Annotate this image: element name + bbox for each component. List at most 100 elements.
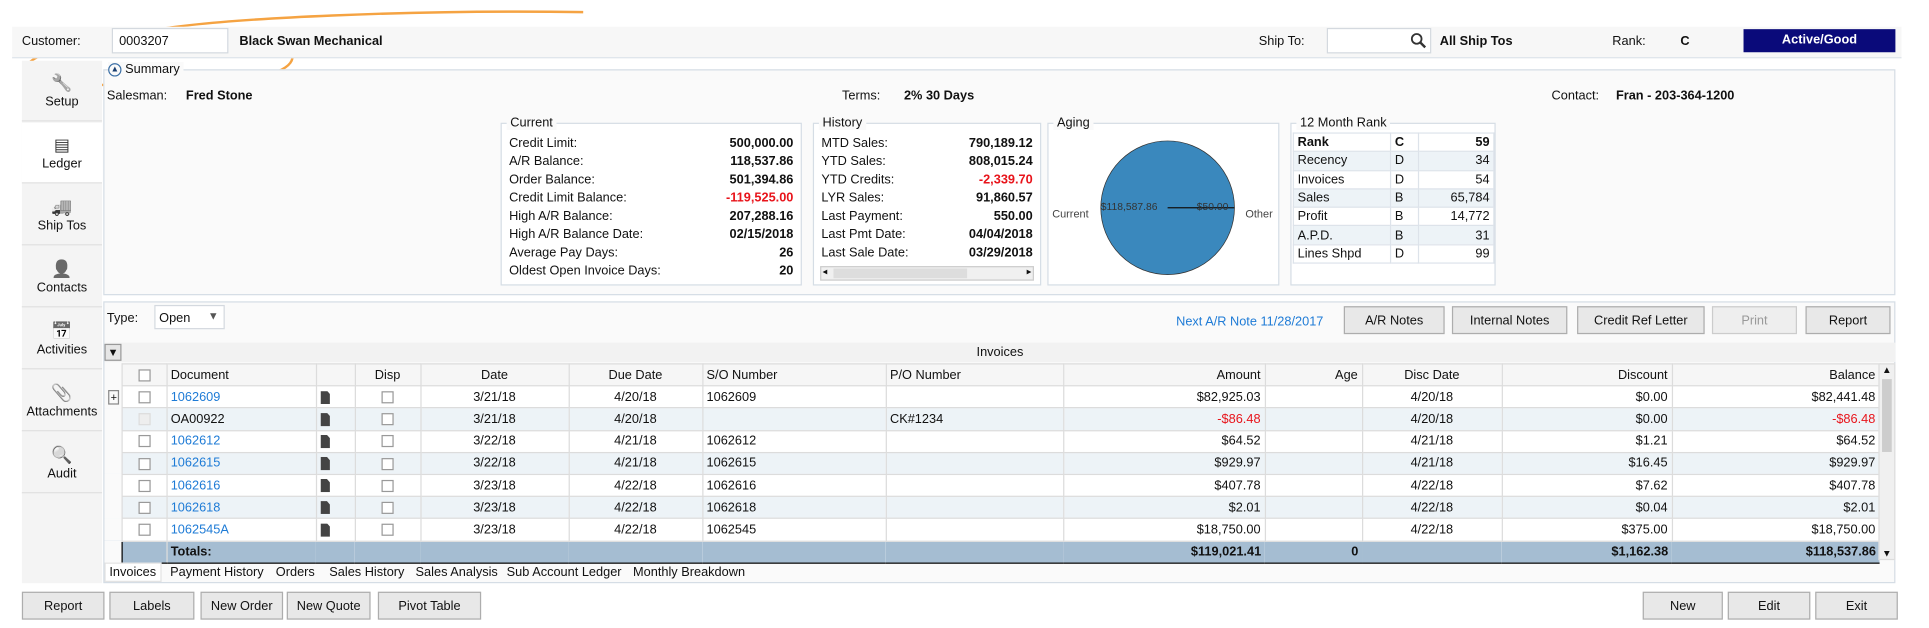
scroll-down-icon[interactable]: ▼ — [1882, 548, 1892, 559]
sidebar-item-setup[interactable]: 🔧 Setup — [21, 61, 103, 122]
edit-button[interactable]: Edit — [1727, 591, 1811, 620]
customer-name: Black Swan Mechanical — [239, 34, 383, 49]
new-button[interactable]: New — [1642, 591, 1723, 620]
document-icon[interactable] — [315, 407, 356, 431]
search-icon[interactable] — [1410, 33, 1427, 49]
customer-id-input[interactable]: 0003207 — [111, 27, 229, 54]
so-cell: 1062615 — [701, 451, 887, 475]
column-header-disp[interactable]: Disp — [354, 363, 421, 387]
column-header-doc-icon[interactable] — [315, 363, 356, 387]
column-header-s-o-number[interactable]: S/O Number — [701, 363, 887, 387]
sidebar-item-ledger[interactable]: ▤ Ledger — [21, 122, 103, 184]
tab-sub-account-ledger[interactable]: Sub Account Ledger — [507, 563, 622, 582]
document-link[interactable]: 1062615 — [165, 451, 317, 475]
document-icon[interactable] — [315, 517, 356, 542]
print-button[interactable]: Print — [1711, 306, 1797, 335]
po-cell — [885, 385, 1064, 409]
row-checkbox[interactable] — [120, 429, 168, 453]
document-link[interactable]: 1062618 — [165, 495, 317, 520]
truck-icon: 🚚 — [51, 196, 73, 217]
row-checkbox[interactable] — [120, 451, 168, 475]
table-row[interactable]: 1062616 3/23/18 4/22/18 1062616 $407.78 4/22/… — [104, 473, 1881, 498]
summary-toggle[interactable]: ▲ Summary — [108, 61, 184, 77]
row-checkbox[interactable] — [120, 385, 168, 409]
new-order-button[interactable]: New Order — [200, 591, 284, 620]
table-row[interactable]: 1062615 3/22/18 4/21/18 1062615 $929.97 4/21/… — [104, 451, 1881, 475]
column-header-balance[interactable]: Balance — [1671, 363, 1881, 387]
history-scrollbar[interactable]: ◂ ▸ — [820, 266, 1034, 281]
sidebar-item-activities[interactable]: 📅 Activities — [21, 309, 103, 370]
table-row[interactable]: +1062609 3/21/18 4/20/18 1062609 $82,925.03 4… — [104, 385, 1881, 409]
report-button[interactable]: Report — [21, 591, 105, 620]
sidebar-item-attachments[interactable]: 📎 Attachments — [21, 371, 103, 432]
expand-icon[interactable]: + — [104, 385, 122, 409]
sidebar-item-contacts[interactable]: 👤 Contacts — [21, 247, 103, 308]
document-link[interactable]: 1062612 — [165, 429, 317, 453]
pivot-table-button[interactable]: Pivot Table — [377, 591, 482, 620]
a-r-notes-button[interactable]: A/R Notes — [1343, 306, 1445, 335]
document-icon[interactable] — [315, 495, 356, 520]
tab-invoices[interactable]: Invoices — [104, 562, 162, 582]
disp-checkbox[interactable] — [354, 385, 421, 409]
tab-monthly-breakdown[interactable]: Monthly Breakdown — [633, 563, 745, 582]
scroll-up-icon[interactable]: ▲ — [1882, 365, 1892, 376]
tab-sales-history[interactable]: Sales History — [329, 563, 404, 582]
new-quote-button[interactable]: New Quote — [286, 591, 371, 620]
disp-checkbox[interactable] — [354, 451, 421, 475]
document-link[interactable]: 1062545A — [165, 517, 317, 542]
amount-cell: $82,925.03 — [1062, 385, 1266, 409]
column-header-due-date[interactable]: Due Date — [568, 363, 703, 387]
type-select[interactable]: Open ▼ — [154, 304, 225, 330]
table-row[interactable]: 1062545A 3/23/18 4/22/18 1062545 $18,750.00 4… — [104, 517, 1881, 542]
row-checkbox[interactable] — [120, 495, 168, 520]
discount-cell: $0.00 — [1501, 385, 1673, 409]
row-checkbox[interactable] — [120, 407, 168, 431]
select-all-checkbox[interactable] — [120, 363, 168, 387]
row-checkbox[interactable] — [120, 473, 168, 498]
next-ar-note-link[interactable]: Next A/R Note 11/28/2017 — [1176, 315, 1323, 330]
sidebar-item-audit[interactable]: 🔍 Audit — [21, 433, 103, 494]
tab-sales-analysis[interactable]: Sales Analysis — [416, 563, 498, 582]
scrollbar-thumb[interactable] — [1882, 379, 1892, 452]
scroll-left-icon[interactable]: ◂ — [823, 266, 828, 277]
exit-button[interactable]: Exit — [1815, 591, 1898, 620]
disp-checkbox[interactable] — [354, 473, 421, 498]
tab-payment-history[interactable]: Payment History — [170, 563, 264, 582]
document-icon[interactable] — [315, 451, 356, 475]
disp-checkbox[interactable] — [354, 495, 421, 520]
internal-notes-button[interactable]: Internal Notes — [1451, 306, 1568, 335]
table-row[interactable]: 1062612 3/22/18 4/21/18 1062612 $64.52 4/21/1… — [104, 429, 1881, 453]
document-icon[interactable] — [315, 473, 356, 498]
column-header-document[interactable]: Document — [165, 363, 317, 387]
column-header-disc-date[interactable]: Disc Date — [1361, 363, 1503, 387]
scrollbar-thumb[interactable] — [833, 268, 968, 279]
disp-checkbox[interactable] — [354, 429, 421, 453]
column-header-p-o-number[interactable]: P/O Number — [885, 363, 1064, 387]
credit-ref-letter-button[interactable]: Credit Ref Letter — [1577, 306, 1705, 335]
rank-grade: B — [1389, 188, 1420, 209]
column-header-amount[interactable]: Amount — [1062, 363, 1266, 387]
rank-row: Sales B 65,784 — [1292, 188, 1495, 209]
ship-to-input[interactable] — [1326, 27, 1432, 54]
table-row[interactable]: OA00922 3/21/18 4/20/18 CK#1234 -$86.48 4/20/… — [104, 407, 1881, 431]
labels-button[interactable]: Labels — [109, 591, 195, 620]
chevron-up-icon: ▲ — [108, 62, 122, 76]
table-row[interactable]: 1062618 3/23/18 4/22/18 1062618 $2.01 4/22/18… — [104, 495, 1881, 520]
document-icon[interactable] — [315, 385, 356, 409]
document-link[interactable]: 1062616 — [165, 473, 317, 498]
column-header-age[interactable]: Age — [1264, 363, 1363, 387]
grid-scrollbar[interactable]: ▲ ▼ — [1878, 363, 1896, 561]
discount-cell: $0.00 — [1501, 407, 1673, 431]
document-icon[interactable] — [315, 429, 356, 453]
tab-orders[interactable]: Orders — [276, 563, 315, 582]
sidebar-item-ship-tos[interactable]: 🚚 Ship Tos — [21, 185, 103, 246]
disp-checkbox[interactable] — [354, 407, 421, 431]
document-link[interactable]: 1062609 — [165, 385, 317, 409]
column-header-discount[interactable]: Discount — [1501, 363, 1673, 387]
disp-checkbox[interactable] — [354, 517, 421, 542]
scroll-right-icon[interactable]: ▸ — [1027, 266, 1032, 277]
row-checkbox[interactable] — [120, 517, 168, 542]
column-header-date[interactable]: Date — [419, 363, 570, 387]
so-cell: 1062609 — [701, 385, 887, 409]
report-button[interactable]: Report — [1805, 306, 1891, 335]
